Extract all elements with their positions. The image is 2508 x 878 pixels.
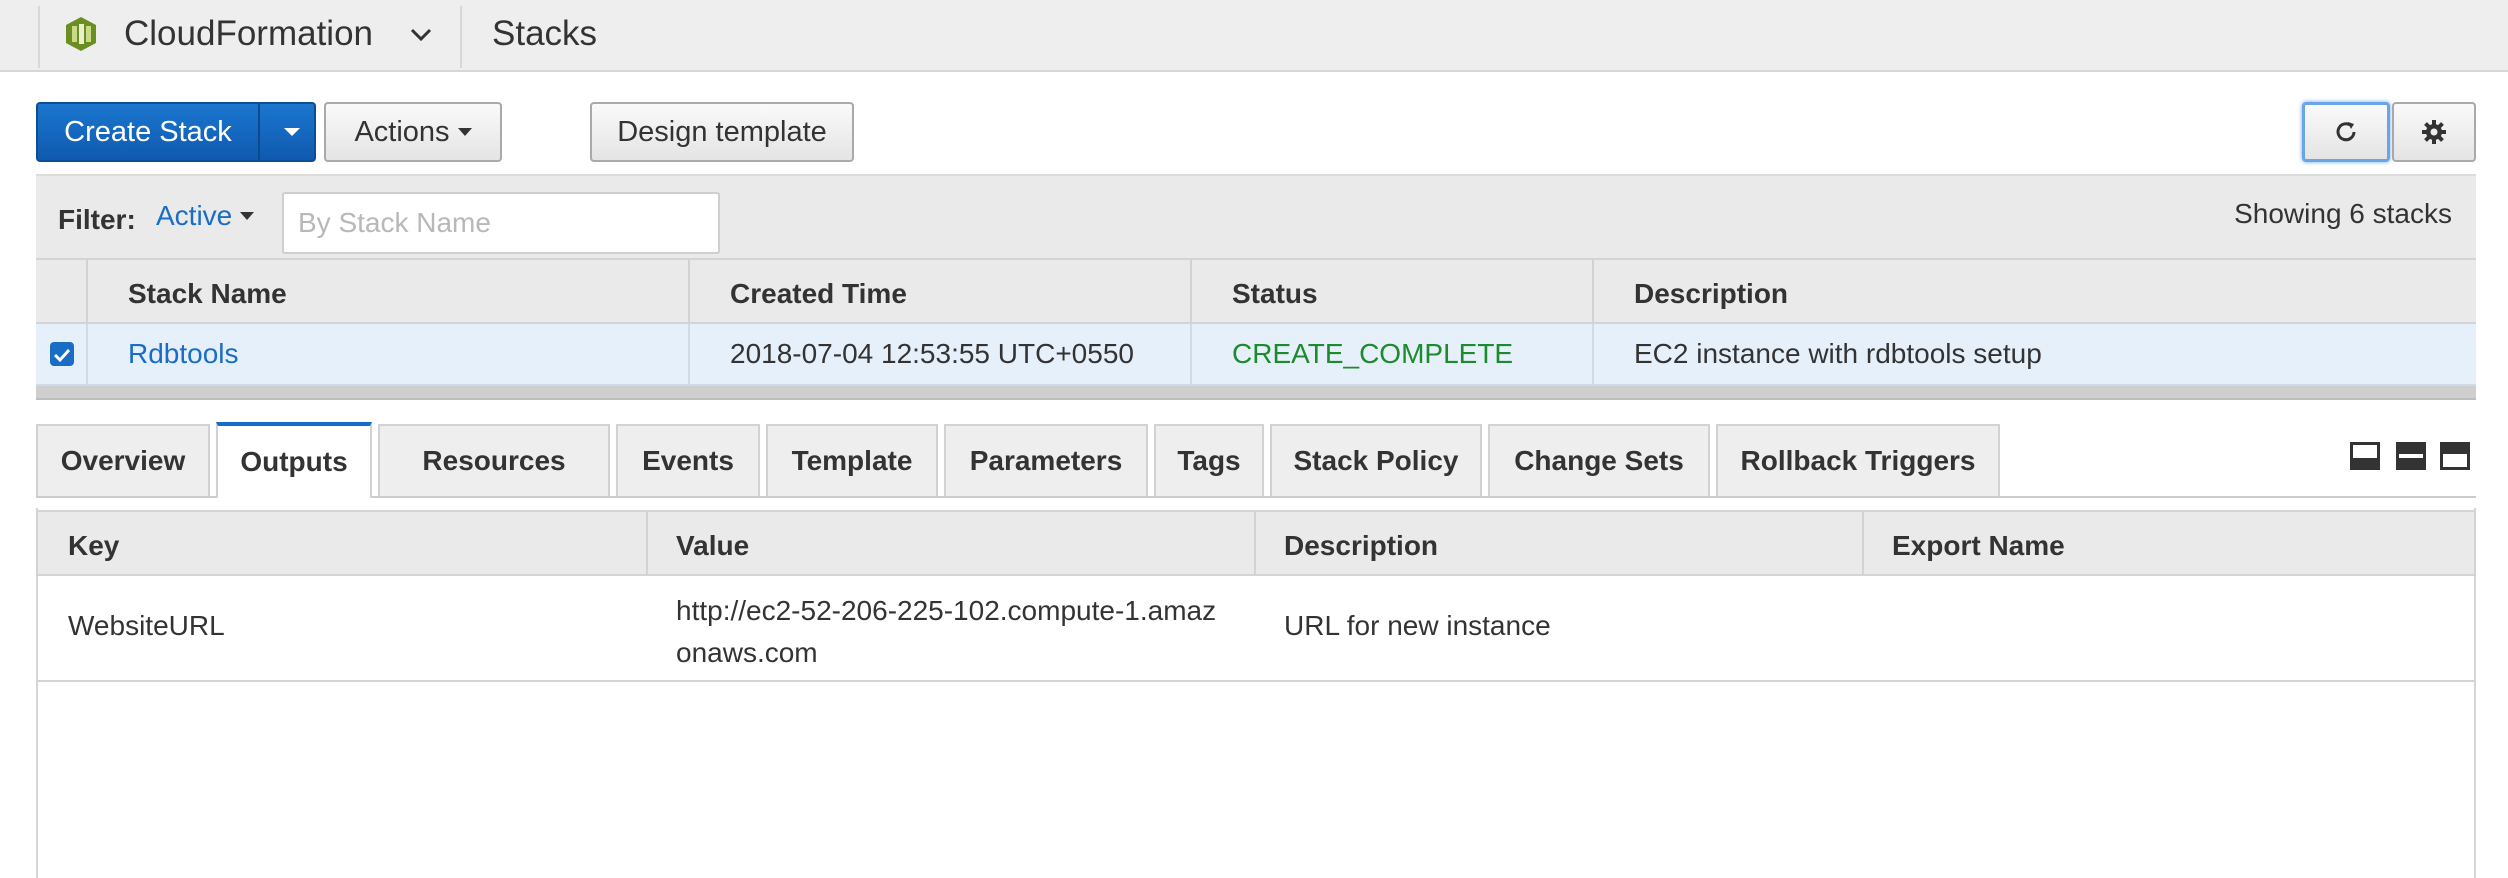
tab-outputs[interactable]: Outputs: [216, 422, 372, 498]
divider: [1592, 324, 1594, 384]
column-header-description[interactable]: Description: [1634, 278, 1788, 310]
tab-parameters[interactable]: Parameters: [944, 424, 1148, 496]
chevron-down-icon[interactable]: [408, 22, 434, 48]
panel-resize-handle[interactable]: [36, 386, 2476, 400]
outputs-table-header: Key Value Description Export Name: [38, 510, 2474, 576]
column-header-stack-name[interactable]: Stack Name: [128, 278, 287, 310]
top-navigation-bar: CloudFormation Stacks: [0, 0, 2508, 72]
checkmark-icon: [53, 348, 71, 363]
pane-top-icon[interactable]: [2440, 442, 2470, 470]
design-template-button[interactable]: Design template: [590, 102, 854, 162]
tab-tags[interactable]: Tags: [1154, 424, 1264, 496]
created-time: 2018-07-04 12:53:55 UTC+0550: [730, 338, 1134, 369]
tab-template[interactable]: Template: [766, 424, 938, 496]
divider: [1190, 260, 1192, 322]
divider: [1592, 260, 1594, 322]
divider: [38, 6, 40, 68]
divider: [1254, 512, 1256, 574]
filter-label: Filter:: [58, 204, 136, 235]
stacks-table-header: Stack Name Created Time Status Descripti…: [36, 258, 2476, 324]
divider: [1862, 512, 1864, 574]
divider: [86, 324, 88, 384]
tab-rollback-triggers[interactable]: Rollback Triggers: [1716, 424, 2000, 496]
pane-half-icon[interactable]: [2396, 442, 2426, 470]
divider: [38, 680, 2474, 682]
row-select-checkbox[interactable]: [50, 342, 74, 366]
divider: [86, 260, 88, 322]
tab-resources[interactable]: Resources: [378, 424, 610, 496]
caret-down-icon: [240, 212, 255, 220]
column-header-export-name: Export Name: [1892, 530, 2065, 561]
create-stack-dropdown-icon[interactable]: [284, 128, 300, 136]
refresh-button[interactable]: [2302, 102, 2390, 162]
filter-bar: Filter: Active Showing 6 stacks: [36, 174, 2476, 258]
refresh-icon: [2336, 122, 2356, 142]
column-header-created-time[interactable]: Created Time: [730, 278, 907, 310]
divider: [646, 512, 648, 574]
divider: [1190, 324, 1192, 384]
column-header-description: Description: [1284, 530, 1439, 561]
stack-name-search-input[interactable]: [282, 192, 720, 254]
filter-status-label: Active: [156, 200, 233, 231]
divider: [258, 104, 260, 160]
gear-icon: [2422, 120, 2446, 144]
actions-label: Actions: [354, 115, 450, 148]
divider: [688, 260, 690, 322]
caret-down-icon: [457, 128, 472, 136]
output-value-link[interactable]: http://ec2-52-206-225-102.compute-1.amaz…: [676, 590, 1216, 674]
stack-name-link[interactable]: Rdbtools: [128, 338, 239, 370]
stack-status: CREATE_COMPLETE: [1232, 338, 1514, 369]
create-stack-button-group: Create Stack: [36, 102, 316, 162]
output-value-line[interactable]: http://ec2-52-206-225-102.compute-1.amaz: [676, 590, 1216, 632]
output-value-line[interactable]: onaws.com: [676, 632, 1216, 674]
divider: [688, 324, 690, 384]
output-description: URL for new instance: [1284, 610, 1551, 641]
stack-description: EC2 instance with rdbtools setup: [1634, 338, 2042, 369]
divider: [460, 6, 462, 68]
tab-change-sets[interactable]: Change Sets: [1488, 424, 1710, 496]
page-title: Stacks: [492, 14, 598, 53]
actions-dropdown-button[interactable]: Actions: [324, 102, 502, 162]
column-header-status[interactable]: Status: [1232, 278, 1318, 310]
column-header-value: Value: [676, 530, 750, 561]
tab-events[interactable]: Events: [616, 424, 760, 496]
create-stack-button[interactable]: Create Stack: [38, 104, 258, 160]
detail-tab-bar: Overview Outputs Resources Events Templa…: [36, 420, 2476, 498]
tab-overview[interactable]: Overview: [36, 424, 210, 496]
filter-status-dropdown[interactable]: Active: [156, 200, 255, 232]
tab-stack-policy[interactable]: Stack Policy: [1270, 424, 1482, 496]
pane-bottom-icon[interactable]: [2350, 442, 2380, 470]
stack-count-text: Showing 6 stacks: [2234, 198, 2452, 229]
cloudformation-logo-icon: [66, 17, 96, 51]
table-row[interactable]: Rdbtools 2018-07-04 12:53:55 UTC+0550 CR…: [36, 324, 2476, 386]
settings-button[interactable]: [2392, 102, 2476, 162]
output-key: WebsiteURL: [68, 610, 225, 641]
service-name-menu[interactable]: CloudFormation: [124, 14, 373, 54]
column-header-key: Key: [68, 530, 120, 561]
